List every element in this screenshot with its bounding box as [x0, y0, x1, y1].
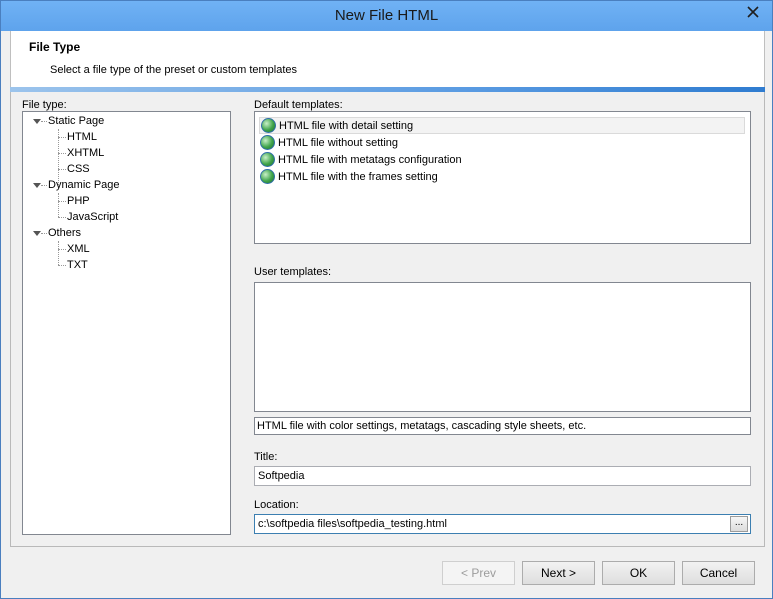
ok-button[interactable]: OK [602, 561, 675, 585]
window-title: New File HTML [334, 7, 439, 24]
location-label: Location: [254, 499, 299, 511]
tree-node-dynamic-page[interactable]: Dynamic Page [48, 179, 120, 191]
template-item[interactable]: HTML file with detail setting [259, 117, 745, 134]
title-bar: New File HTML [1, 1, 772, 31]
template-item[interactable]: HTML file with metatags configuration [259, 151, 745, 168]
tree-node-javascript[interactable]: JavaScript [67, 211, 118, 223]
tree-connector [58, 265, 66, 266]
tree-connector [58, 137, 66, 138]
cancel-button[interactable]: Cancel [682, 561, 755, 585]
next-button[interactable]: Next > [522, 561, 595, 585]
close-button[interactable] [740, 1, 766, 23]
globe-icon [261, 118, 276, 133]
tree-node-others[interactable]: Others [48, 227, 81, 239]
prev-button[interactable]: < Prev [442, 561, 515, 585]
expanded-arrow-icon[interactable] [33, 183, 41, 188]
tree-connector [58, 249, 66, 250]
title-input[interactable] [254, 466, 751, 486]
browse-button[interactable]: ... [730, 516, 748, 532]
globe-icon [260, 135, 275, 150]
tree-node-css[interactable]: CSS [67, 163, 90, 175]
header-title: File Type [29, 40, 81, 54]
expanded-arrow-icon[interactable] [33, 119, 41, 124]
template-description: HTML file with color settings, metatags,… [254, 417, 751, 435]
template-item-label: HTML file without setting [278, 136, 399, 149]
tree-connector [58, 153, 66, 154]
template-item-label: HTML file with metatags configuration [278, 153, 462, 166]
tree-connector [41, 185, 47, 186]
tree-connector [58, 217, 66, 218]
tree-node-php[interactable]: PHP [67, 195, 90, 207]
globe-icon [260, 152, 275, 167]
expanded-arrow-icon[interactable] [33, 231, 41, 236]
header-description: Select a file type of the preset or cust… [50, 64, 298, 76]
tree-node-static-page[interactable]: Static Page [48, 115, 104, 127]
location-input[interactable] [254, 514, 751, 534]
template-item-label: HTML file with the frames setting [278, 170, 438, 183]
user-templates-list[interactable] [254, 282, 751, 412]
default-templates-label: Default templates: [254, 99, 343, 111]
title-label: Title: [254, 451, 278, 463]
default-templates-list[interactable]: HTML file with detail setting HTML file … [254, 111, 751, 244]
tree-connector [41, 233, 47, 234]
user-templates-label: User templates: [254, 266, 332, 278]
tree-node-xhtml[interactable]: XHTML [67, 147, 104, 159]
file-type-tree[interactable]: Static Page HTML XHTML CSS Dynamic Page … [22, 111, 231, 535]
new-file-dialog: New File HTML File Type Select a file ty… [0, 0, 773, 599]
template-item[interactable]: HTML file without setting [259, 134, 745, 151]
close-icon [747, 6, 759, 18]
tree-node-txt[interactable]: TXT [67, 259, 88, 271]
tree-node-xml[interactable]: XML [67, 243, 90, 255]
globe-icon [260, 169, 275, 184]
tree-connector [58, 201, 66, 202]
template-item-label: HTML file with detail setting [279, 119, 414, 132]
tree-connector [58, 169, 66, 170]
tree-connector [58, 193, 59, 217]
file-type-label: File type: [22, 99, 67, 111]
tree-connector [41, 121, 47, 122]
tree-connector [58, 241, 59, 265]
header-panel: File Type Select a file type of the pres… [10, 31, 765, 87]
template-item[interactable]: HTML file with the frames setting [259, 168, 745, 185]
tree-node-html[interactable]: HTML [67, 131, 97, 143]
